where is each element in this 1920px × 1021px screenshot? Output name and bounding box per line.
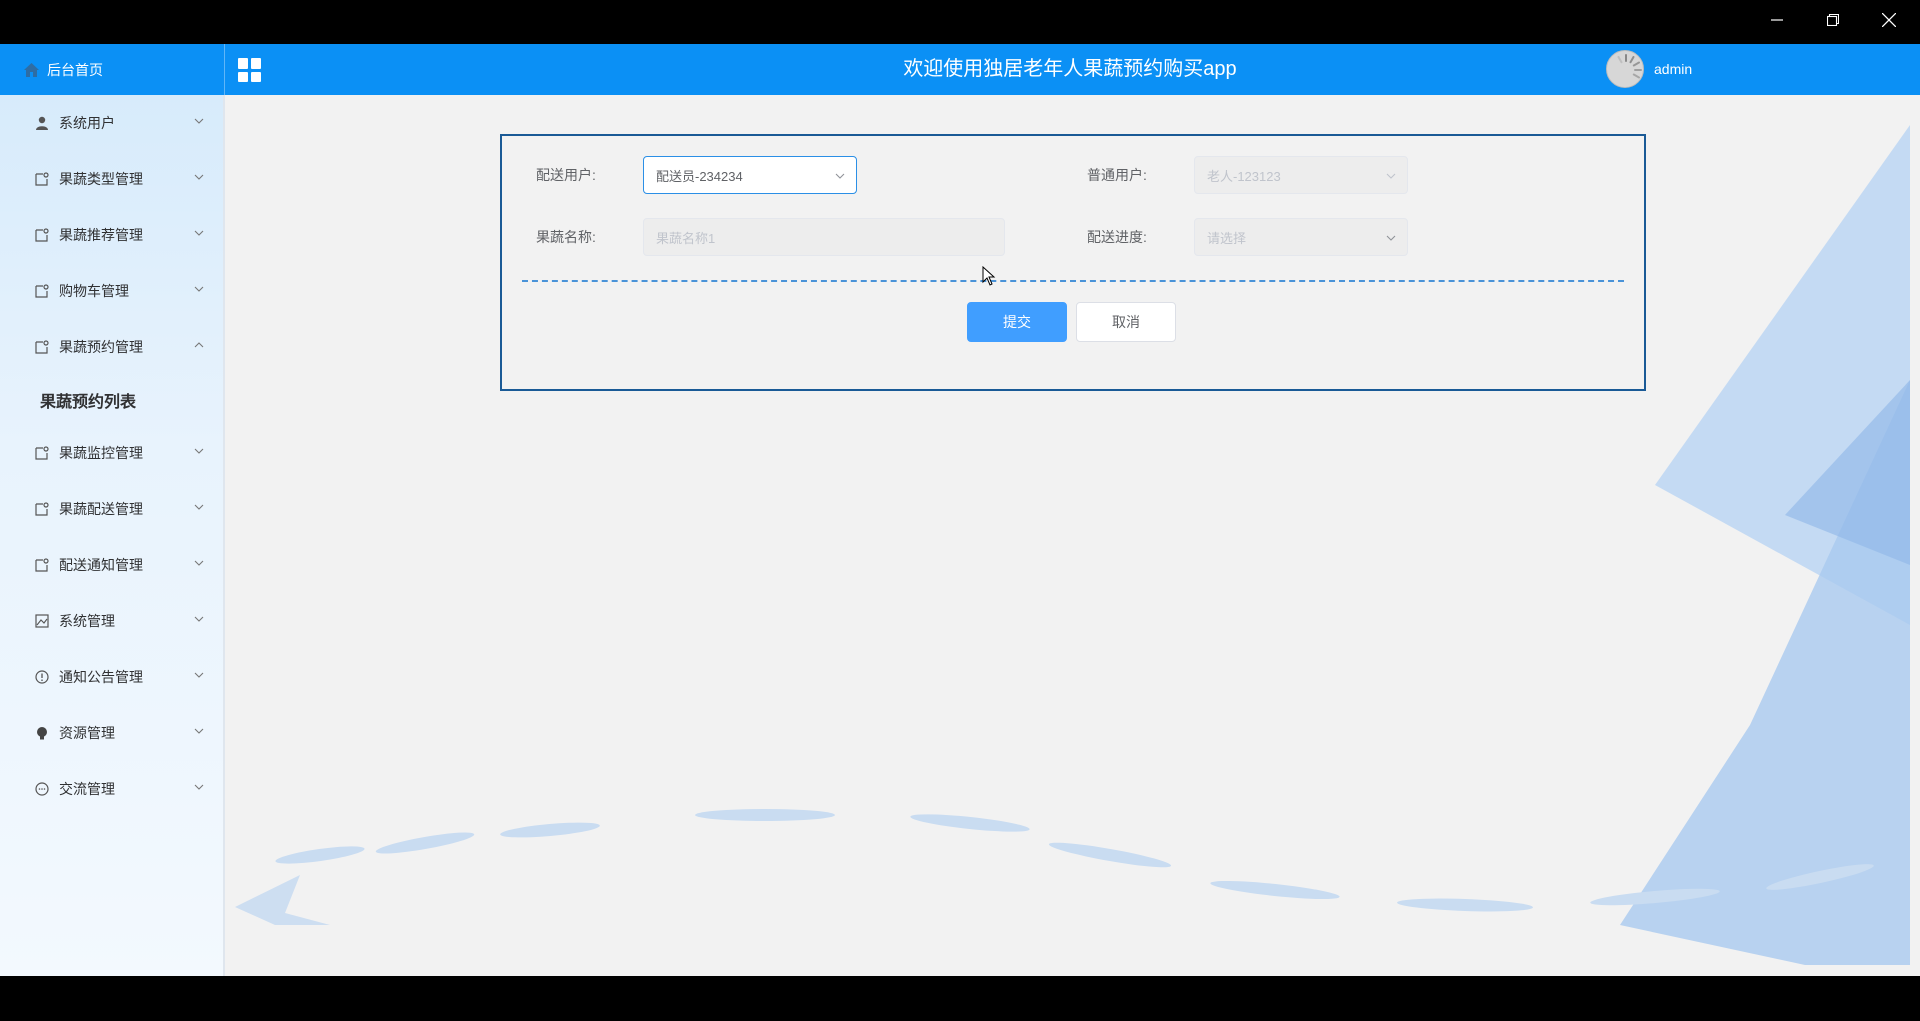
- submit-button[interactable]: 提交: [967, 302, 1067, 342]
- delivery-progress-label: 配送进度:: [1087, 229, 1147, 245]
- tag-icon: [34, 283, 50, 299]
- produce-name-label: 果蔬名称:: [536, 229, 596, 245]
- restore-icon[interactable]: [1805, 0, 1861, 40]
- tag-icon: [34, 557, 50, 573]
- delivery-progress-select[interactable]: 请选择: [1194, 218, 1408, 256]
- cancel-button[interactable]: 取消: [1076, 302, 1176, 342]
- sidebar-subitem-reservation-list[interactable]: 果蔬预约列表: [0, 375, 223, 425]
- tag-icon: [34, 171, 50, 187]
- sidebar-item-label: 果蔬预约管理: [59, 339, 143, 355]
- sidebar-item-label: 配送通知管理: [59, 557, 143, 573]
- chevron-down-icon: [835, 173, 845, 179]
- chevron-down-icon: [194, 286, 204, 292]
- sidebar-item-label: 果蔬推荐管理: [59, 227, 143, 243]
- chevron-down-icon: [1386, 235, 1396, 241]
- divider: [522, 280, 1624, 282]
- bottom-bar: [0, 976, 1920, 1021]
- warning-icon: [34, 669, 50, 685]
- top-header: 后台首页 欢迎使用独居老年人果蔬预约购买app admin: [0, 44, 1920, 95]
- window-titlebar: [0, 0, 1920, 44]
- produce-name-input: 果蔬名称1: [643, 218, 1005, 256]
- sidebar-item-label: 购物车管理: [59, 283, 129, 299]
- tag-icon: [34, 501, 50, 517]
- home-icon: [24, 62, 39, 77]
- app-window: 后台首页 欢迎使用独居老年人果蔬预约购买app admin 系统用户 果蔬类型管…: [0, 44, 1920, 976]
- sidebar-item-label: 系统用户: [59, 115, 115, 131]
- chevron-down-icon: [194, 230, 204, 236]
- chevron-down-icon: [194, 784, 204, 790]
- menu-toggle-icon[interactable]: [237, 57, 263, 83]
- normal-user-value: 老人-123123: [1207, 168, 1281, 184]
- sidebar-item-label: 系统管理: [59, 613, 115, 629]
- sidebar-item-label: 果蔬配送管理: [59, 501, 143, 517]
- chevron-down-icon: [194, 728, 204, 734]
- mouse-cursor-icon: [982, 266, 996, 286]
- sidebar-item-announcements[interactable]: 通知公告管理: [0, 649, 223, 705]
- sidebar-item-system-users[interactable]: 系统用户: [0, 95, 223, 151]
- sidebar-item-produce-delivery[interactable]: 果蔬配送管理: [0, 481, 223, 537]
- tag-icon: [34, 227, 50, 243]
- sidebar-item-produce-types[interactable]: 果蔬类型管理: [0, 151, 223, 207]
- home-label: 后台首页: [47, 61, 103, 78]
- username: admin: [1654, 61, 1693, 77]
- chat-icon: [34, 781, 50, 797]
- chevron-down-icon: [194, 174, 204, 180]
- sidebar-subitem-label: 果蔬预约列表: [40, 394, 137, 411]
- sidebar-item-produce-recommend[interactable]: 果蔬推荐管理: [0, 207, 223, 263]
- normal-user-select: 老人-123123: [1194, 156, 1408, 194]
- delivery-user-label: 配送用户:: [536, 167, 596, 183]
- home-link[interactable]: 后台首页: [0, 44, 225, 95]
- chevron-up-icon: [194, 342, 204, 348]
- reservation-form: 配送用户: 配送员-234234 普通用户: 老人-123123 果蔬名称: 果…: [500, 134, 1646, 391]
- tag-icon: [34, 445, 50, 461]
- sidebar-item-label: 通知公告管理: [59, 669, 143, 685]
- sidebar-item-produce-monitor[interactable]: 果蔬监控管理: [0, 425, 223, 481]
- sidebar-item-communication[interactable]: 交流管理: [0, 761, 223, 817]
- chevron-down-icon: [194, 672, 204, 678]
- delivery-user-select[interactable]: 配送员-234234: [643, 156, 857, 194]
- user-menu[interactable]: admin: [1606, 49, 1692, 89]
- user-icon: [34, 115, 50, 131]
- produce-name-value: 果蔬名称1: [656, 230, 716, 246]
- delivery-user-value: 配送员-234234: [656, 168, 743, 184]
- sidebar-item-label: 资源管理: [59, 725, 115, 741]
- minimize-icon[interactable]: [1749, 0, 1805, 40]
- tag-icon: [34, 339, 50, 355]
- chevron-down-icon: [194, 504, 204, 510]
- chevron-down-icon: [1386, 173, 1396, 179]
- normal-user-label: 普通用户:: [1087, 167, 1147, 183]
- chevron-down-icon: [194, 616, 204, 622]
- sidebar-item-system-management[interactable]: 系统管理: [0, 593, 223, 649]
- sidebar-item-label: 果蔬监控管理: [59, 445, 143, 461]
- delivery-progress-placeholder: 请选择: [1207, 230, 1247, 246]
- bulb-icon: [34, 725, 50, 741]
- sidebar-item-resources[interactable]: 资源管理: [0, 705, 223, 761]
- chevron-down-icon: [194, 448, 204, 454]
- sidebar-item-produce-reservation[interactable]: 果蔬预约管理: [0, 319, 223, 375]
- sidebar-item-delivery-notice[interactable]: 配送通知管理: [0, 537, 223, 593]
- sidebar: 系统用户 果蔬类型管理 果蔬推荐管理 购物车管理 果蔬预约管理 果蔬预约列表 果…: [0, 95, 225, 976]
- picture-icon: [34, 613, 50, 629]
- close-icon[interactable]: [1861, 0, 1917, 40]
- avatar: [1606, 50, 1644, 88]
- sidebar-item-label: 果蔬类型管理: [59, 171, 143, 187]
- sidebar-item-label: 交流管理: [59, 781, 115, 797]
- chevron-down-icon: [194, 118, 204, 124]
- page-title: 欢迎使用独居老年人果蔬预约购买app: [903, 58, 1237, 80]
- sidebar-item-cart[interactable]: 购物车管理: [0, 263, 223, 319]
- chevron-down-icon: [194, 560, 204, 566]
